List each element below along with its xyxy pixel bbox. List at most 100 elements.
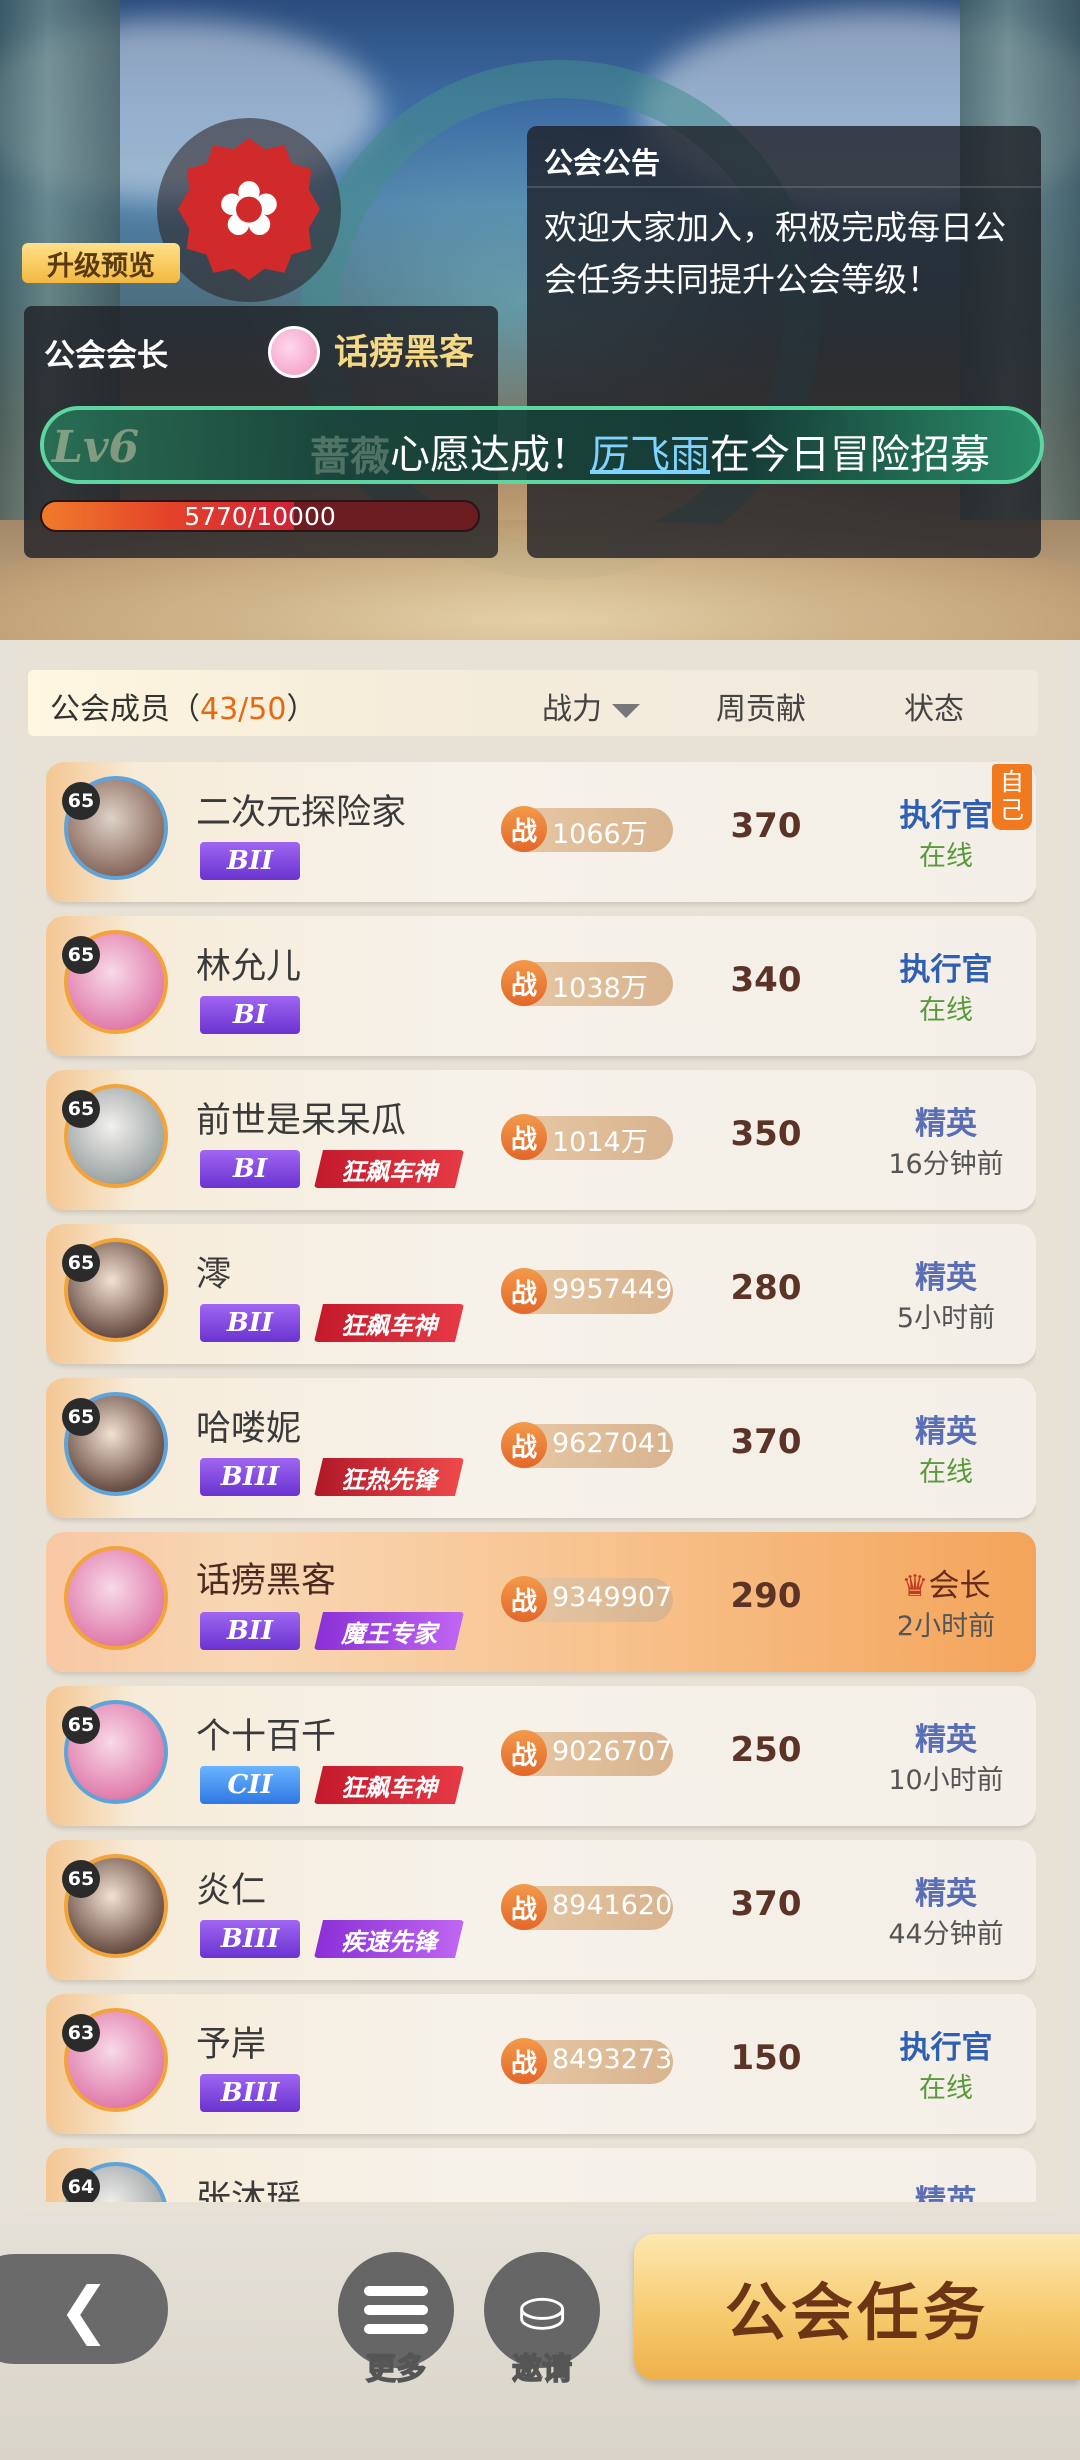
- sort-down-icon: [612, 703, 640, 718]
- member-status: 10小时前: [888, 1765, 1004, 1796]
- invite-label: 邀请: [511, 2351, 573, 2388]
- back-button[interactable]: ❮: [0, 2254, 168, 2364]
- ticker-player-link[interactable]: 厉飞雨: [590, 432, 710, 478]
- member-status: 44分钟前: [888, 1919, 1004, 1950]
- member-name: 予岸: [196, 2025, 267, 2065]
- power-icon: 战: [501, 1114, 547, 1160]
- member-level-badge: 65: [62, 936, 100, 974]
- member-weekly: 150: [730, 2038, 802, 2078]
- member-level-badge: 65: [62, 1398, 100, 1436]
- leader-name: 话痨黑客: [334, 333, 475, 373]
- announcement-ticker: 心愿达成！厉飞雨在今日冒险招募: [390, 422, 990, 480]
- member-status: 在线: [919, 1457, 973, 1488]
- power-icon: 战: [501, 960, 547, 1006]
- member-row[interactable]: 65 哈喽妮 BIII 狂热先锋 战 9627041 370 精英 在线: [46, 1378, 1036, 1518]
- title-badge: 魔王专家: [314, 1612, 464, 1650]
- member-weekly: 370: [730, 1884, 802, 1924]
- rank-badge: BIII: [200, 1920, 300, 1958]
- member-row[interactable]: 65 个十百千 CII 狂飙车神 战 9026707 250 精英 10小时前: [46, 1686, 1036, 1826]
- member-level-badge: 65: [62, 1244, 100, 1282]
- self-tag: 自己: [992, 764, 1032, 830]
- power-icon: 战: [501, 1268, 547, 1314]
- member-level-badge: 65: [62, 1090, 100, 1128]
- member-weekly: 370: [730, 1422, 802, 1462]
- member-role: 精英: [915, 1106, 977, 1142]
- member-weekly: 250: [730, 1730, 802, 1770]
- guild-level: Lv6: [52, 422, 140, 473]
- member-name: 哈喽妮: [196, 1409, 302, 1449]
- leader-avatar: [268, 326, 320, 378]
- member-weekly: 340: [730, 960, 802, 1000]
- member-name: 个十百千: [196, 1717, 337, 1757]
- member-list[interactable]: 65 二次元探险家 BII 战 1066万 370 执行官 在线 自己 65 林…: [46, 762, 1036, 2202]
- notice-text: 欢迎大家加入，积极完成每日公会任务共同提升公会等级！: [544, 208, 1006, 299]
- member-power: 1066万: [552, 819, 648, 850]
- power-icon: 战: [501, 1576, 547, 1622]
- member-power: 9627041: [552, 1428, 673, 1459]
- crown-icon: ♛: [901, 1569, 929, 1604]
- member-avatar[interactable]: [64, 1546, 168, 1650]
- member-row[interactable]: 65 林允儿 BI 战 1038万 340 执行官 在线: [46, 916, 1036, 1056]
- member-weekly: 280: [730, 1268, 802, 1308]
- member-name: 张沐瑶: [196, 2179, 302, 2202]
- member-row[interactable]: 65 二次元探险家 BII 战 1066万 370 执行官 在线 自己: [46, 762, 1036, 902]
- members-count-label: 公会成员（43/50）: [50, 684, 316, 728]
- member-power: 9957449: [552, 1274, 673, 1305]
- member-role: 精英: [915, 1722, 977, 1758]
- member-role: 执行官: [899, 952, 993, 988]
- member-row[interactable]: 63 予岸 BIII 战 8493273 150 执行官 在线: [46, 1994, 1036, 2134]
- member-row[interactable]: 65 炎仁 BIII 疾速先锋 战 8941620 370 精英 44分钟前: [46, 1840, 1036, 1980]
- ticker-suffix: 在今日冒险招募: [710, 432, 990, 478]
- title-badge: 狂飙车神: [314, 1304, 464, 1342]
- member-power: 8941620: [552, 1890, 673, 1921]
- guild-exp-text: 5770/10000: [184, 501, 336, 531]
- rank-badge: BII: [200, 1304, 300, 1342]
- member-role: 精英: [915, 1876, 977, 1912]
- member-role: ♛会长: [866, 1560, 1026, 1605]
- member-name: 炎仁: [196, 1871, 267, 1911]
- member-status: 16分钟前: [888, 1149, 1004, 1180]
- power-icon: 战: [501, 1730, 547, 1776]
- members-paren-open: （: [170, 692, 200, 727]
- member-level-badge: 65: [62, 782, 100, 820]
- rank-badge: BI: [200, 1150, 300, 1188]
- rank-badge: BI: [200, 996, 300, 1034]
- member-name: 二次元探险家: [196, 793, 407, 833]
- member-weekly: 290: [730, 1576, 802, 1616]
- member-row[interactable]: 65 澪 BII 狂飙车神 战 9957449 280 精英 5小时前: [46, 1224, 1036, 1364]
- member-role: 精英: [915, 2184, 977, 2202]
- member-power: 1038万: [552, 973, 648, 1004]
- rank-badge: CII: [200, 1766, 300, 1804]
- member-status: 在线: [919, 995, 973, 1026]
- members-paren-close: ）: [286, 692, 317, 727]
- sort-by-power-button[interactable]: 战力: [542, 684, 640, 728]
- member-weekly: 350: [730, 1114, 802, 1154]
- rank-badge: BII: [200, 842, 300, 880]
- member-row[interactable]: 65 前世是呆呆瓜 BI 狂飙车神 战 1014万 350 精英 16分钟前: [46, 1070, 1036, 1210]
- member-row-leader[interactable]: 话痨黑客 BII 魔王专家 战 9349907 290 ♛会长 2小时前: [46, 1532, 1036, 1672]
- title-badge: 疾速先锋: [314, 1920, 464, 1958]
- member-power: 1014万: [552, 1127, 648, 1158]
- member-name: 前世是呆呆瓜: [196, 1101, 407, 1141]
- member-name: 林允儿: [196, 947, 302, 987]
- member-level-badge: 63: [62, 2014, 100, 2052]
- member-name: 澪: [196, 1255, 232, 1295]
- member-role-label: 会长: [928, 1568, 991, 1604]
- rank-badge: BIII: [200, 1458, 300, 1496]
- title-badge: 狂飙车神: [314, 1150, 464, 1188]
- guild-task-button[interactable]: 公会任务: [634, 2234, 1080, 2380]
- member-row[interactable]: 64 张沐瑶 精英: [46, 2148, 1036, 2202]
- member-level-badge: 65: [62, 1706, 100, 1744]
- upgrade-preview-button[interactable]: 升级预览: [22, 243, 180, 283]
- member-name: 话痨黑客: [196, 1561, 337, 1601]
- members-count: 43/50: [200, 692, 287, 727]
- status-column-label: 状态: [904, 692, 964, 727]
- member-power: 9026707: [552, 1736, 673, 1767]
- more-label: 更多: [365, 2351, 427, 2388]
- weekly-column-label: 周贡献: [716, 692, 806, 727]
- title-badge: 狂飙车神: [314, 1766, 464, 1804]
- member-status: 2小时前: [896, 1611, 996, 1642]
- member-role: 执行官: [899, 2030, 993, 2066]
- member-status: 在线: [919, 841, 973, 872]
- power-icon: 战: [501, 2038, 547, 2084]
